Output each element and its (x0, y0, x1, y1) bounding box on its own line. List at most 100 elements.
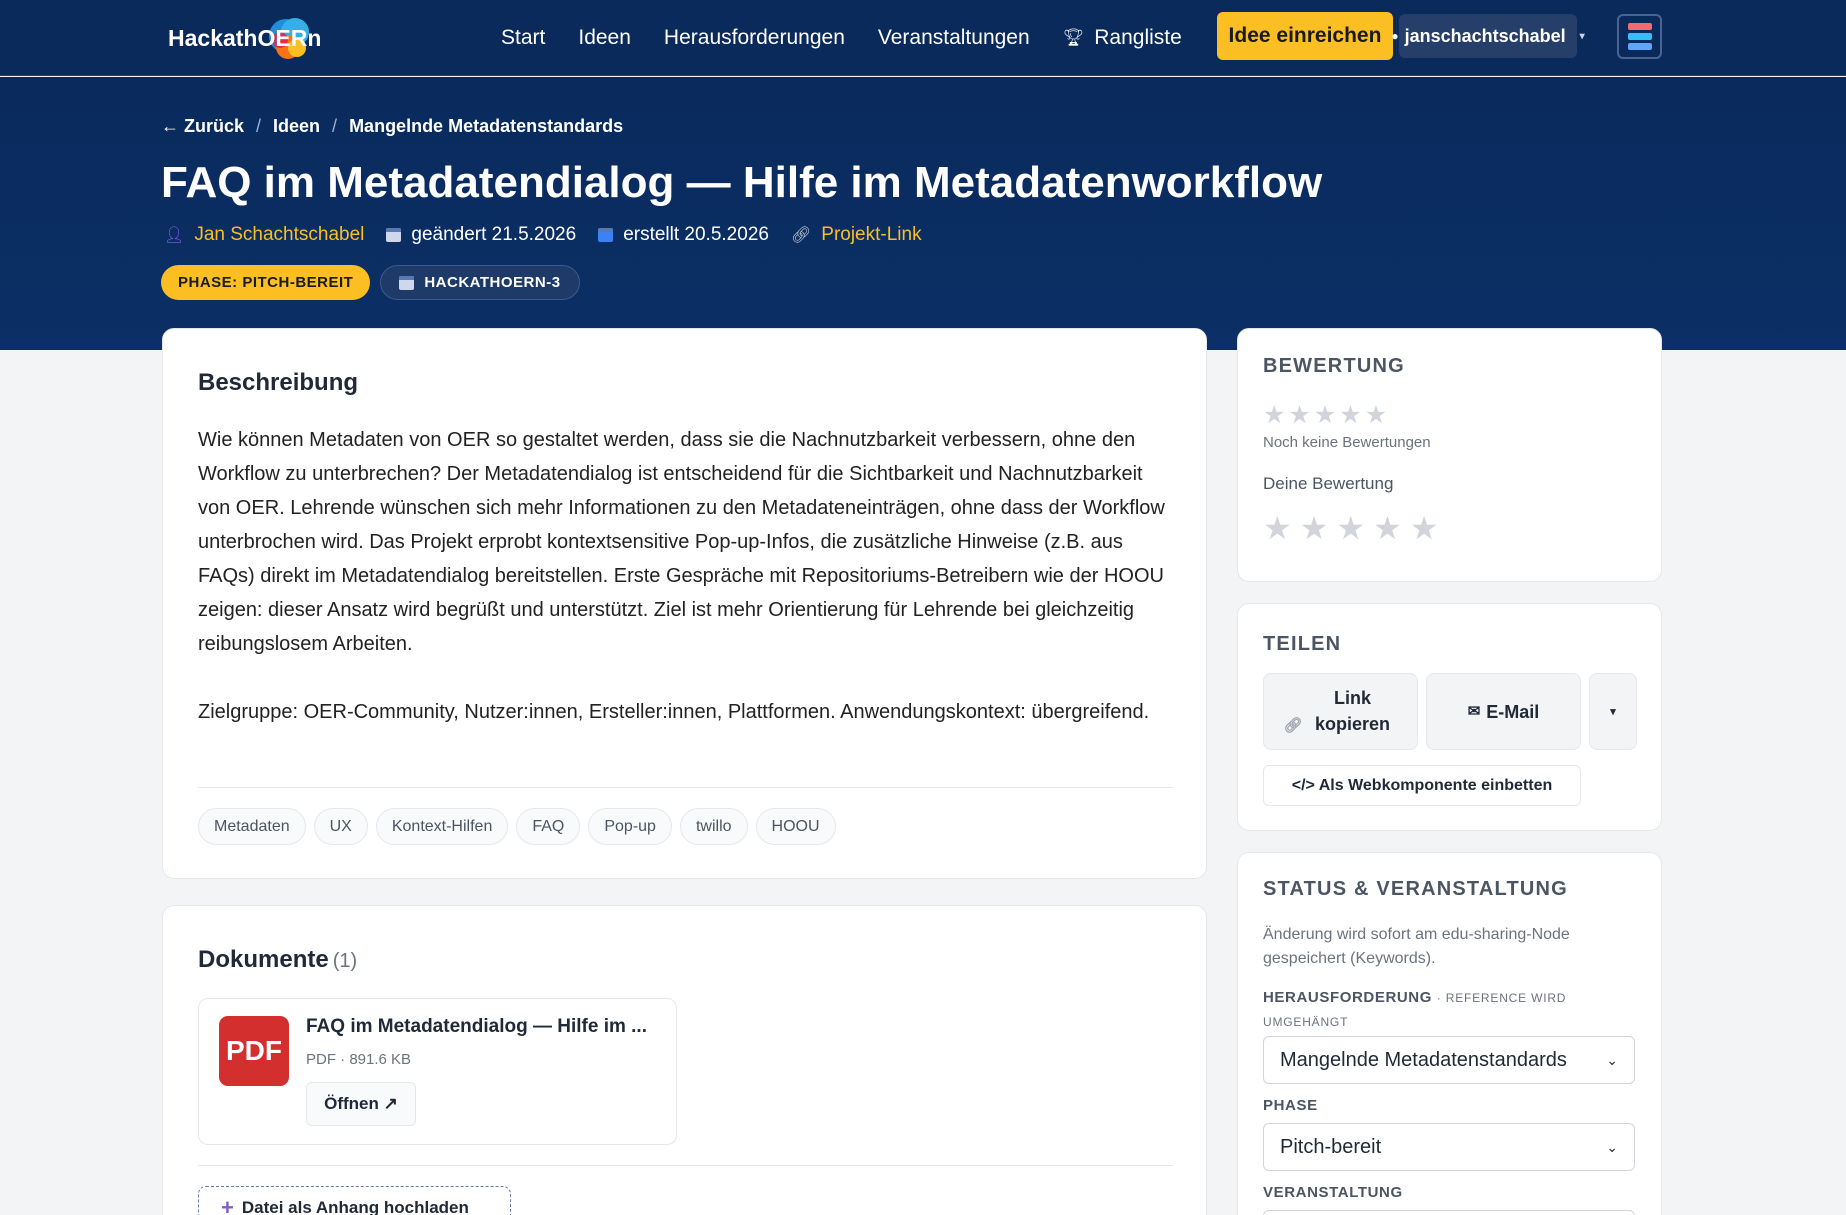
status-note: Änderung wird sofort am edu-sharing-Node… (1263, 926, 1570, 967)
breadcrumb: ← Zurück / Ideen / Mangelnde Metadatenst… (161, 116, 623, 137)
rating-heading: BEWERTUNG (1263, 355, 1405, 377)
pdf-icon: PDF (219, 1016, 289, 1086)
your-rating-label: Deine Bewertung (1263, 474, 1394, 493)
star-5-button[interactable]: ★ (1410, 509, 1439, 547)
breadcrumb-challenge-link[interactable]: Mangelnde Metadatenstandards (349, 116, 623, 137)
status-card: STATUS & VERANSTALTUNG Änderung wird sof… (1237, 852, 1662, 1215)
tag[interactable]: Pop-up (588, 808, 672, 845)
phase-select-value: Pitch-bereit (1280, 1135, 1382, 1158)
open-document-button[interactable]: Öffnen ↗ (306, 1082, 416, 1126)
tag[interactable]: twillo (679, 808, 748, 845)
author-name: Jan Schachtschabel (194, 224, 365, 245)
email-share-button[interactable]: ✉ E-Mail (1426, 673, 1581, 750)
chevron-down-icon: ⌄ (1606, 1051, 1618, 1068)
challenge-label: HERAUSFORDERUNG · REFERENCE WIRD UMGEHÄN… (1263, 986, 1633, 1034)
star-3-button[interactable]: ★ (1336, 509, 1365, 547)
copy-link-text: Link kopieren (1315, 687, 1391, 734)
nav-link-leaderboard-label: Rangliste (1094, 26, 1182, 49)
breadcrumb-ideas-link[interactable]: Ideen (273, 116, 320, 137)
status-heading: STATUS & VERANSTALTUNG (1263, 878, 1568, 900)
challenge-select-value: Mangelnde Metadatenstandards (1280, 1048, 1567, 1071)
project-link[interactable]: 🔗︎ Projekt-Link (791, 224, 922, 246)
chevron-down-icon: ⌄ (1606, 1138, 1618, 1155)
document-meta: PDF · 891.6 KB (306, 1051, 412, 1068)
description-text: Wie können Metadaten von OER so gestalte… (198, 423, 1173, 729)
tag[interactable]: UX (313, 808, 368, 845)
description-card: Beschreibung Wie können Metadaten von OE… (162, 328, 1207, 879)
average-rating-stars: ★ ★ ★ ★ ★ (1263, 400, 1387, 430)
divider (198, 1165, 1173, 1166)
username: janschachtschabel (1404, 25, 1566, 46)
share-buttons: 🔗︎ Link kopieren ✉ E-Mail ▾ (1263, 673, 1637, 750)
nav-link-start[interactable]: Start (501, 26, 545, 50)
challenge-label-text: HERAUSFORDERUNG (1263, 989, 1433, 1006)
share-card: TEILEN 🔗︎ Link kopieren ✉ E-Mail ▾ </> A… (1237, 603, 1662, 831)
documents-heading-text: Dokumente (198, 946, 329, 973)
description-heading: Beschreibung (198, 369, 359, 396)
star-icon: ★ (1364, 401, 1388, 429)
phase-select[interactable]: Pitch-bereit ⌄ (1263, 1123, 1635, 1171)
document-title: FAQ im Metadatendialog — Hilfe im ... (306, 1016, 647, 1037)
challenge-select[interactable]: Mangelnde Metadatenstandards ⌄ (1263, 1036, 1635, 1084)
link-icon: 🔗︎ (790, 227, 812, 244)
star-2-button[interactable]: ★ (1300, 509, 1329, 547)
created-date-text: erstellt 20.5.2026 (623, 224, 769, 245)
menu-bar-icon (1627, 43, 1652, 50)
share-heading: TEILEN (1263, 633, 1342, 655)
created-date: erstellt 20.5.2026 (598, 224, 769, 246)
submit-idea-button[interactable]: Idee einreichen (1217, 12, 1393, 60)
link-icon: 🔗︎ (1283, 716, 1303, 734)
idea-meta: 👤︎ Jan Schachtschabel geändert 21.5.2026… (164, 224, 922, 246)
calendar-icon (386, 228, 402, 242)
tag-list: Metadaten UX Kontext-Hilfen FAQ Pop-up t… (198, 808, 836, 845)
menu-bar-icon (1627, 23, 1652, 30)
description-paragraph: Zielgruppe: OER-Community, Nutzer:innen,… (198, 701, 1150, 723)
event-label: VERANSTALTUNG (1263, 1184, 1403, 1201)
documents-card: Dokumente (1) PDF FAQ im Metadatendialog … (162, 905, 1207, 1215)
divider (198, 787, 1173, 788)
document-item: PDF FAQ im Metadatendialog — Hilfe im ..… (198, 998, 677, 1145)
author[interactable]: 👤︎ Jan Schachtschabel (164, 224, 364, 246)
phase-label: PHASE (1263, 1097, 1318, 1114)
event-select[interactable] (1263, 1210, 1635, 1215)
rating-card: BEWERTUNG ★ ★ ★ ★ ★ Noch keine Bewertungen D… (1237, 328, 1662, 582)
user-icon: 👤︎ (164, 227, 185, 244)
nav-link-ideas[interactable]: Ideen (578, 26, 631, 50)
event-badge-label: HACKATHOERN-3 (424, 274, 561, 291)
project-link-text: Projekt-Link (821, 224, 922, 245)
caret-down-icon: ▾ (1579, 30, 1585, 42)
event-badge[interactable]: HACKATHOERN-3 (380, 265, 580, 300)
nav-link-leaderboard[interactable]: 🏆︎ Rangliste (1063, 26, 1182, 50)
tag[interactable]: Kontext-Hilfen (375, 808, 509, 845)
tag[interactable]: FAQ (516, 808, 581, 845)
menu-toggle-button[interactable] (1617, 14, 1662, 59)
new-icon (598, 228, 614, 242)
user-menu-button[interactable]: ● janschachtschabel ▾ (1391, 14, 1585, 58)
description-paragraph: Wie können Metadaten von OER so gestalte… (198, 429, 1165, 655)
menu-bar-icon (1627, 33, 1652, 40)
badges: PHASE: PITCH-BEREIT HACKATHOERN-3 (161, 265, 580, 300)
calendar-icon (399, 275, 415, 290)
breadcrumb-separator: / (256, 116, 262, 136)
tag[interactable]: HOOU (755, 808, 836, 845)
breadcrumb-separator: / (332, 116, 338, 136)
more-share-options-button[interactable]: ▾ (1589, 673, 1637, 750)
upload-attachment-button[interactable]: + Datei als Anhang hochladen (198, 1186, 511, 1215)
changed-date-text: geändert 21.5.2026 (411, 224, 577, 245)
embed-webcomponent-button[interactable]: </> Als Webkomponente einbetten (1263, 765, 1581, 806)
documents-heading: Dokumente (1) (198, 946, 357, 974)
page-title: FAQ im Metadatendialog — Hilfe im Metada… (161, 158, 1323, 207)
nav-link-events[interactable]: Veranstaltungen (878, 26, 1030, 50)
email-label: E-Mail (1486, 701, 1540, 722)
your-rating-stars: ★ ★ ★ ★ ★ (1263, 509, 1438, 547)
top-navigation: HackathOERn Start Ideen Herausforderunge… (0, 0, 1846, 76)
tag[interactable]: Metadaten (198, 808, 306, 845)
copy-link-button[interactable]: 🔗︎ Link kopieren (1263, 673, 1418, 750)
back-link[interactable]: ← Zurück (161, 116, 244, 137)
phase-badge: PHASE: PITCH-BEREIT (161, 265, 371, 300)
nav-link-challenges[interactable]: Herausforderungen (664, 26, 845, 50)
logo[interactable]: HackathOERn (168, 14, 321, 62)
star-4-button[interactable]: ★ (1373, 509, 1402, 547)
changed-date: geändert 21.5.2026 (386, 224, 576, 246)
star-1-button[interactable]: ★ (1263, 509, 1292, 547)
